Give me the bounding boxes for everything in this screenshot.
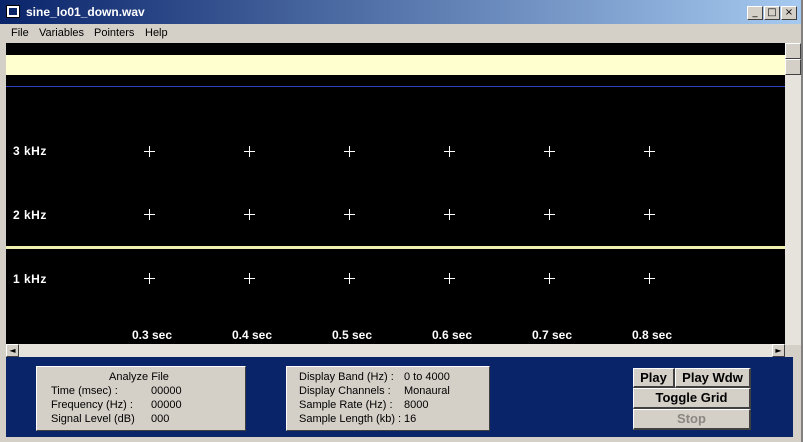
vertical-scrollbar[interactable]: [785, 43, 801, 345]
sample-rate-value: 8000: [404, 399, 429, 411]
app-icon[interactable]: [6, 5, 20, 18]
grid-cross-marker: [144, 146, 155, 157]
analyze-level-label: Signal Level (dB): [51, 413, 135, 425]
menu-pointers[interactable]: Pointers: [94, 27, 134, 39]
menu-bar: File Variables Pointers Help: [0, 24, 803, 43]
grid-cross-marker: [244, 273, 255, 284]
menu-help[interactable]: Help: [145, 27, 168, 39]
grid-cross-marker: [544, 273, 555, 284]
freq-label-2k: 2 kHz: [13, 208, 47, 222]
grid-cross-marker: [244, 146, 255, 157]
freq-label-1k: 1 kHz: [13, 272, 47, 286]
analyze-frequency-label: Frequency (Hz) :: [51, 399, 133, 411]
display-band-value: 0 to 4000: [404, 371, 450, 383]
grid-cross-marker: [544, 146, 555, 157]
grid-cross-marker: [444, 146, 455, 157]
freq-label-3k: 3 kHz: [13, 144, 47, 158]
display-band-label: Display Band (Hz) :: [299, 371, 394, 383]
maximize-button[interactable]: □: [764, 6, 780, 20]
grid-cross-marker: [344, 146, 355, 157]
grid-cross-marker: [644, 146, 655, 157]
grid-cross-marker: [444, 209, 455, 220]
sample-rate-label: Sample Rate (Hz) :: [299, 399, 393, 411]
grid-cross-marker: [644, 209, 655, 220]
grid-cross-marker: [144, 273, 155, 284]
time-label: 0.6 sec: [431, 328, 473, 342]
analyze-time-label: Time (msec) :: [51, 385, 118, 397]
scroll-right-button[interactable]: ►: [772, 344, 785, 357]
menu-variables[interactable]: Variables: [39, 27, 84, 39]
time-label: 0.8 sec: [631, 328, 673, 342]
scroll-left-button[interactable]: ◄: [6, 344, 19, 357]
title-bar: sine_lo01_down.wav _ □ ×: [0, 0, 803, 24]
time-label: 0.3 sec: [131, 328, 173, 342]
close-button[interactable]: ×: [781, 6, 797, 20]
scroll-thumb[interactable]: [785, 59, 801, 75]
time-label: 0.4 sec: [231, 328, 273, 342]
display-channels-label: Display Channels :: [299, 385, 391, 397]
highlight-band: [6, 55, 785, 75]
analyze-time-value: 00000: [151, 385, 182, 397]
time-label: 0.5 sec: [331, 328, 373, 342]
horizontal-scrollbar[interactable]: ◄ ►: [6, 344, 785, 357]
grid-cross-marker: [344, 209, 355, 220]
spectrogram-plot[interactable]: 3 kHz 2 kHz 1 kHz 0.3 sec 0.4 sec 0.5 se…: [6, 43, 785, 344]
control-panel: Analyze File Time (msec) : 00000 Frequen…: [6, 357, 793, 437]
display-info-box: Display Band (Hz) : 0 to 4000 Display Ch…: [286, 366, 490, 431]
frequency-cursor-line[interactable]: [6, 246, 785, 249]
play-window-button[interactable]: Play Wdw: [675, 368, 751, 388]
minimize-button[interactable]: _: [747, 6, 763, 20]
grid-cross-marker: [444, 273, 455, 284]
toggle-grid-button[interactable]: Toggle Grid: [633, 388, 751, 409]
time-label: 0.7 sec: [531, 328, 573, 342]
grid-cross-marker: [144, 209, 155, 220]
display-channels-value: Monaural: [404, 385, 450, 397]
cursor-line: [6, 86, 785, 87]
scroll-up-button[interactable]: [785, 43, 801, 59]
analyze-file-box: Analyze File Time (msec) : 00000 Frequen…: [36, 366, 246, 431]
grid-cross-marker: [344, 273, 355, 284]
analyze-level-value: 000: [151, 413, 170, 425]
window-title: sine_lo01_down.wav: [26, 5, 145, 19]
menu-file[interactable]: File: [11, 27, 29, 39]
analyze-file-title: Analyze File: [109, 371, 169, 383]
grid-cross-marker: [644, 273, 655, 284]
sample-length-value: 16: [404, 413, 417, 425]
analyze-frequency-value: 00000: [151, 399, 182, 411]
play-button[interactable]: Play: [633, 368, 675, 388]
grid-cross-marker: [244, 209, 255, 220]
grid-cross-marker: [544, 209, 555, 220]
stop-button: Stop: [633, 409, 751, 430]
sample-length-label: Sample Length (kb) :: [299, 413, 402, 425]
